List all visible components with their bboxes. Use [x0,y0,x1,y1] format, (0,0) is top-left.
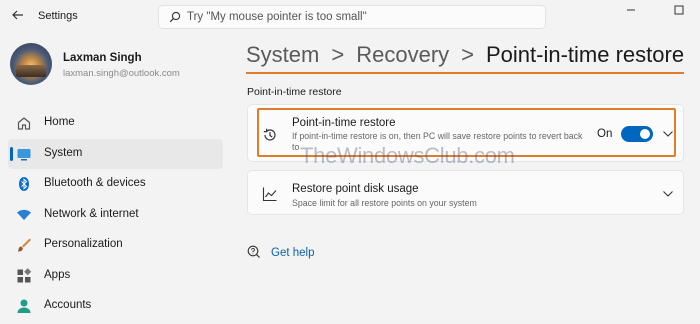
sidebar-item-label: Apps [44,268,71,281]
page-title: Point-in-time restore [486,42,685,67]
sidebar-item-label: Personalization [44,238,123,250]
card-title: Restore point disk usage [292,183,419,195]
bluetooth-icon [19,177,29,191]
brush-icon [18,238,31,252]
search-input[interactable]: Try "My mouse pointer is too small" [187,11,367,23]
app-title: Settings [38,10,78,22]
maximize-icon [674,5,684,15]
sidebar-item-bluetooth[interactable]: Bluetooth & devices [8,169,223,199]
search-icon [169,11,181,23]
sidebar-nav: Home System Bluetooth & devices Network … [8,108,223,322]
breadcrumb-system[interactable]: System [246,42,319,67]
minimize-icon [627,9,635,11]
sidebar-item-apps[interactable]: Apps [8,261,223,291]
breadcrumb-separator: > [331,42,345,67]
back-button[interactable] [10,8,26,24]
watermark: TheWindowsClub.com [300,143,515,168]
breadcrumb-recovery[interactable]: Recovery [356,42,449,67]
apps-icon [17,267,32,282]
sidebar-item-label: Network & internet [44,207,139,220]
system-icon [17,148,31,160]
minimize-button[interactable] [620,4,642,18]
help-icon [247,245,260,258]
user-email: laxman.singh@outlook.com [63,68,180,79]
sidebar-item-label: Bluetooth & devices [44,177,146,189]
sidebar-item-accounts[interactable]: Accounts [8,291,223,321]
section-title: Point-in-time restore [247,86,342,98]
maximize-button[interactable] [668,4,690,18]
card-description: Space limit for all restore points on yo… [292,198,477,208]
get-help-link[interactable]: Get help [271,247,314,259]
sidebar-item-system[interactable]: System [8,138,223,169]
chart-icon [262,187,277,202]
sidebar-item-network[interactable]: Network & internet [8,200,223,230]
annotation-underline [246,72,684,74]
account-icon [17,299,31,313]
title-bar: Settings Try "My mouse pointer is too sm… [0,0,700,32]
back-arrow-icon [12,10,23,20]
user-name: Laxman Singh [63,52,142,64]
breadcrumb-separator: > [461,42,474,67]
home-icon [17,117,31,130]
breadcrumb: System > Recovery > Point-in-time restore [246,42,684,68]
wifi-icon [17,209,31,220]
sidebar-item-personalization[interactable]: Personalization [8,230,223,260]
sidebar-item-label: Home [44,116,75,128]
search-box[interactable]: Try "My mouse pointer is too small" [158,5,546,29]
sidebar-item-label: System [44,146,83,159]
sidebar-item-label: Accounts [44,299,92,311]
avatar[interactable] [10,43,52,85]
sidebar-item-home[interactable]: Home [8,108,223,138]
chevron-down-icon[interactable] [662,190,674,198]
